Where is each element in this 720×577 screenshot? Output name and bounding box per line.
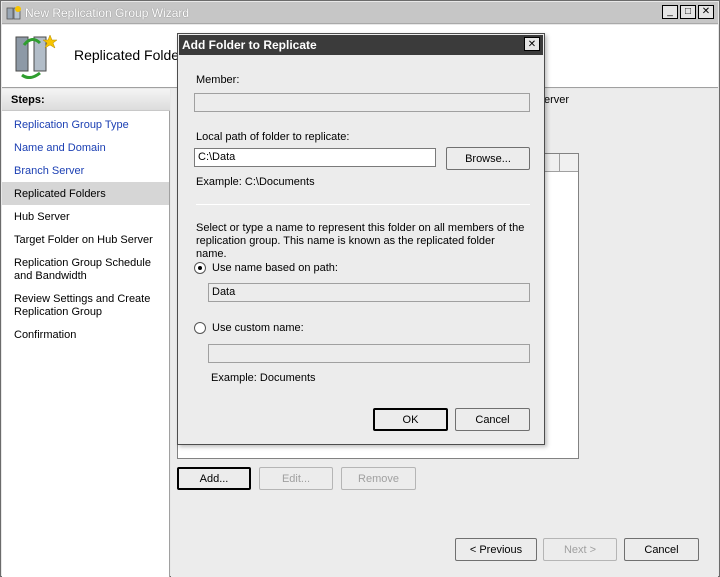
replicated-folder-name-description: Select or type a name to represent this … xyxy=(196,222,525,260)
use-custom-name-radio[interactable] xyxy=(194,322,206,334)
step-target-folder[interactable]: Target Folder on Hub Server xyxy=(14,234,164,247)
step-confirmation[interactable]: Confirmation xyxy=(14,329,164,342)
dialog-close-button[interactable]: ✕ xyxy=(524,37,540,51)
dialog-title-bar[interactable]: Add Folder to Replicate xyxy=(179,35,543,55)
edit-folder-button[interactable]: Edit... xyxy=(259,467,333,490)
steps-sidebar: Steps: Replication Group Type Name and D… xyxy=(2,89,170,577)
title-bar[interactable]: New Replication Group Wizard _ □ ✕ xyxy=(2,2,718,24)
cancel-button[interactable]: Cancel xyxy=(624,538,699,561)
partial-description-text: erver xyxy=(544,94,570,106)
dialog-ok-button[interactable]: OK xyxy=(373,408,448,431)
name-example-text: Example: Documents xyxy=(211,372,316,384)
step-hub-server[interactable]: Hub Server xyxy=(14,211,164,224)
step-name-and-domain[interactable]: Name and Domain xyxy=(14,142,164,155)
dialog-title: Add Folder to Replicate xyxy=(182,38,317,52)
member-field xyxy=(194,93,530,112)
step-schedule-bandwidth[interactable]: Replication Group Schedule and Bandwidth xyxy=(14,257,164,283)
previous-button[interactable]: < Previous xyxy=(455,538,537,561)
use-custom-name-label[interactable]: Use custom name: xyxy=(212,322,304,334)
use-path-name-label[interactable]: Use name based on path: xyxy=(212,262,338,274)
list-column-header[interactable] xyxy=(544,154,578,172)
close-button[interactable]: ✕ xyxy=(698,5,714,19)
dialog-cancel-button[interactable]: Cancel xyxy=(455,408,530,431)
step-branch-server[interactable]: Branch Server xyxy=(14,165,164,178)
remove-folder-button[interactable]: Remove xyxy=(341,467,416,490)
local-path-label: Local path of folder to replicate: xyxy=(196,131,350,143)
local-path-input[interactable]: C:\Data xyxy=(194,148,436,167)
step-review-settings[interactable]: Review Settings and Create Replication G… xyxy=(14,293,164,319)
browse-button[interactable]: Browse... xyxy=(446,147,530,170)
minimize-button[interactable]: _ xyxy=(662,5,678,19)
steps-heading: Steps: xyxy=(2,89,170,111)
path-example-text: Example: C:\Documents xyxy=(196,176,315,188)
dialog-separator xyxy=(196,204,530,205)
custom-name-input xyxy=(208,344,530,363)
use-path-name-radio[interactable] xyxy=(194,262,206,274)
page-title: Replicated Folders xyxy=(74,47,191,63)
server-replication-icon xyxy=(15,34,58,79)
window-title: New Replication Group Wizard xyxy=(25,6,190,20)
wizard-window: New Replication Group Wizard _ □ ✕ Repli… xyxy=(0,0,720,577)
add-folder-dialog: Add Folder to Replicate ✕ Member: Local … xyxy=(177,33,545,445)
step-replicated-folders[interactable]: Replicated Folders xyxy=(14,188,164,201)
replication-app-icon xyxy=(6,6,21,20)
member-label: Member: xyxy=(196,74,240,86)
add-folder-button[interactable]: Add... xyxy=(177,467,251,490)
maximize-button[interactable]: □ xyxy=(680,5,696,19)
next-button[interactable]: Next > xyxy=(543,538,617,561)
path-based-name-field: Data xyxy=(208,283,530,302)
step-replication-group-type[interactable]: Replication Group Type xyxy=(14,119,164,132)
